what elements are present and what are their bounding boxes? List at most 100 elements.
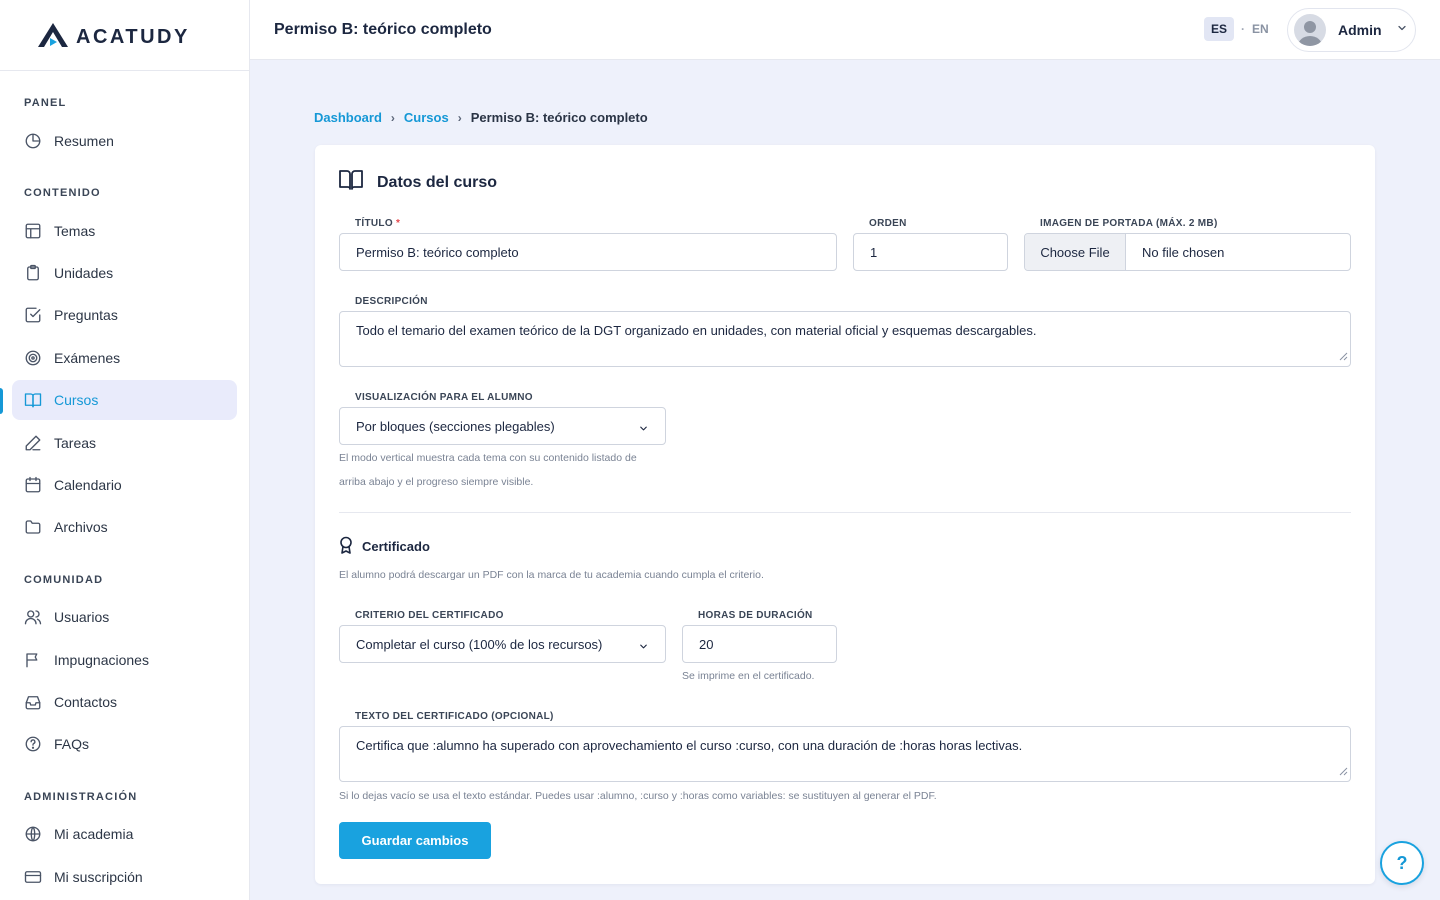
- sidebar-item-archivos[interactable]: Archivos: [12, 507, 237, 547]
- sidebar-item-label: Mi suscripción: [54, 869, 143, 885]
- descripcion-label: DESCRIPCIÓN: [355, 296, 428, 307]
- help-fab-button[interactable]: ?: [1380, 841, 1424, 885]
- language-switcher: ES · EN: [1204, 17, 1269, 41]
- card-title-text: Datos del curso: [377, 173, 498, 191]
- sidebar-item-cursos[interactable]: Cursos: [12, 380, 237, 420]
- sidebar-item-faqs[interactable]: FAQs: [12, 724, 237, 764]
- sidebar-item-label: Exámenes: [54, 350, 121, 366]
- checkbox-icon: [24, 306, 42, 324]
- chevron-down-icon: [638, 640, 649, 655]
- user-menu[interactable]: Admin: [1287, 8, 1416, 52]
- target-icon: [24, 349, 42, 367]
- imagen-file-input[interactable]: Choose File No file chosen: [1024, 233, 1351, 271]
- orden-input[interactable]: 1: [853, 233, 1008, 271]
- visualizacion-select[interactable]: Por bloques (secciones plegables): [339, 407, 666, 445]
- chart-pie-icon: [24, 132, 42, 150]
- resize-handle-icon[interactable]: [1339, 349, 1348, 364]
- required-mark: *: [396, 218, 401, 229]
- sidebar-item-temas[interactable]: Temas: [12, 211, 237, 251]
- sidebar-item-label: Archivos: [54, 519, 108, 535]
- sidebar-item-label: Cursos: [54, 392, 99, 408]
- choose-file-button[interactable]: Choose File: [1025, 234, 1126, 270]
- nav-section-panel: PANEL: [24, 97, 67, 109]
- help-circle-icon: [24, 735, 42, 753]
- sidebar-item-examenes[interactable]: Exámenes: [12, 338, 237, 378]
- sidebar-item-calendario[interactable]: Calendario: [12, 465, 237, 505]
- nav-section-comunidad: COMUNIDAD: [24, 574, 104, 586]
- book-open-icon: [339, 169, 363, 196]
- sidebar-item-label: Preguntas: [54, 307, 118, 323]
- criterio-value: Completar el curso (100% de los recursos…: [356, 636, 603, 652]
- top-header: Permiso B: teórico completo ES · EN Admi…: [250, 0, 1440, 60]
- sidebar-item-impugnaciones[interactable]: Impugnaciones: [12, 640, 237, 680]
- sidebar-item-mi-academia[interactable]: Mi academia: [12, 814, 237, 854]
- section-divider: [339, 512, 1351, 513]
- avatar: [1294, 14, 1326, 46]
- sidebar-item-resumen[interactable]: Resumen: [12, 121, 237, 161]
- resize-handle-icon[interactable]: [1339, 764, 1348, 779]
- sidebar-item-label: Contactos: [54, 694, 118, 710]
- breadcrumb-separator: ›: [457, 110, 462, 125]
- texto-certificado-textarea[interactable]: Certifica que :alumno ha superado con ap…: [339, 726, 1351, 782]
- layout-icon: [24, 222, 42, 240]
- certificado-description: El alumno podrá descargar un PDF con la …: [339, 569, 764, 581]
- lang-es-button[interactable]: ES: [1204, 17, 1235, 41]
- lang-en-button[interactable]: EN: [1252, 22, 1269, 36]
- pencil-icon: [24, 434, 42, 452]
- texto-certificado-help: Si lo dejas vacío se usa el texto estánd…: [339, 790, 937, 802]
- folder-icon: [24, 518, 42, 536]
- breadcrumb-dashboard[interactable]: Dashboard: [314, 110, 382, 125]
- book-open-icon: [24, 391, 42, 409]
- visualizacion-label: VISUALIZACIÓN PARA EL ALUMNO: [355, 392, 533, 403]
- file-status: No file chosen: [1142, 244, 1225, 260]
- sidebar-item-usuarios[interactable]: Usuarios: [12, 597, 237, 637]
- visualizacion-value: Por bloques (secciones plegables): [356, 418, 555, 434]
- save-button[interactable]: Guardar cambios: [339, 822, 491, 859]
- sidebar-item-label: FAQs: [54, 736, 90, 752]
- sidebar-item-preguntas[interactable]: Preguntas: [12, 295, 237, 335]
- criterio-select[interactable]: Completar el curso (100% de los recursos…: [339, 625, 666, 663]
- clipboard-icon: [24, 264, 42, 282]
- chevron-down-icon: [638, 422, 649, 437]
- sidebar-item-label: Resumen: [54, 133, 114, 149]
- credit-card-icon: [24, 868, 42, 886]
- course-form-card: Datos del curso TÍTULO * Permiso B: teór…: [315, 145, 1375, 884]
- globe-icon: [24, 825, 42, 843]
- active-indicator: [0, 388, 3, 414]
- titulo-label: TÍTULO *: [355, 218, 401, 229]
- breadcrumb-cursos[interactable]: Cursos: [404, 110, 449, 125]
- texto-certificado-label: TEXTO DEL CERTIFICADO (OPCIONAL): [355, 711, 554, 722]
- criterio-label: CRITERIO DEL CERTIFICADO: [355, 610, 504, 621]
- card-title: Datos del curso: [339, 169, 497, 196]
- horas-label: HORAS DE DURACIÓN: [698, 610, 813, 621]
- sidebar-item-label: Unidades: [54, 265, 114, 281]
- lang-separator: ·: [1241, 22, 1246, 36]
- descripcion-value: Todo el temario del examen teórico de la…: [356, 323, 1037, 338]
- orden-label: ORDEN: [869, 218, 907, 229]
- brand-name: ACATUDY: [76, 25, 190, 48]
- descripcion-textarea[interactable]: Todo el temario del examen teórico de la…: [339, 311, 1351, 367]
- horas-input[interactable]: 20: [682, 625, 837, 663]
- brand-logo-icon: [38, 23, 68, 47]
- calendar-icon: [24, 476, 42, 494]
- sidebar: ACATUDY PANEL CONTENIDO COMUNIDAD ADMINI…: [0, 0, 250, 900]
- imagen-label: IMAGEN DE PORTADA (MÁX. 2 MB): [1040, 218, 1218, 229]
- nav-section-contenido: CONTENIDO: [24, 187, 101, 199]
- brand[interactable]: ACATUDY: [0, 0, 249, 71]
- breadcrumb-current: Permiso B: teórico completo: [470, 110, 648, 125]
- sidebar-item-contactos[interactable]: Contactos: [12, 682, 237, 722]
- horas-help: Se imprime en el certificado.: [682, 670, 815, 682]
- user-name: Admin: [1338, 22, 1382, 38]
- users-icon: [24, 608, 42, 626]
- page-title: Permiso B: teórico completo: [274, 21, 492, 38]
- sidebar-item-label: Tareas: [54, 435, 97, 451]
- sidebar-item-label: Calendario: [54, 477, 122, 493]
- visualizacion-help: El modo vertical muestra cada tema con s…: [339, 452, 637, 488]
- breadcrumb: Dashboard › Cursos › Permiso B: teórico …: [314, 110, 648, 125]
- sidebar-item-tareas[interactable]: Tareas: [12, 423, 237, 463]
- titulo-input[interactable]: Permiso B: teórico completo: [339, 233, 837, 271]
- flag-icon: [24, 651, 42, 669]
- sidebar-item-mi-suscripcion[interactable]: Mi suscripción: [12, 857, 237, 897]
- sidebar-item-unidades[interactable]: Unidades: [12, 253, 237, 293]
- certificado-title: Certificado: [339, 536, 430, 557]
